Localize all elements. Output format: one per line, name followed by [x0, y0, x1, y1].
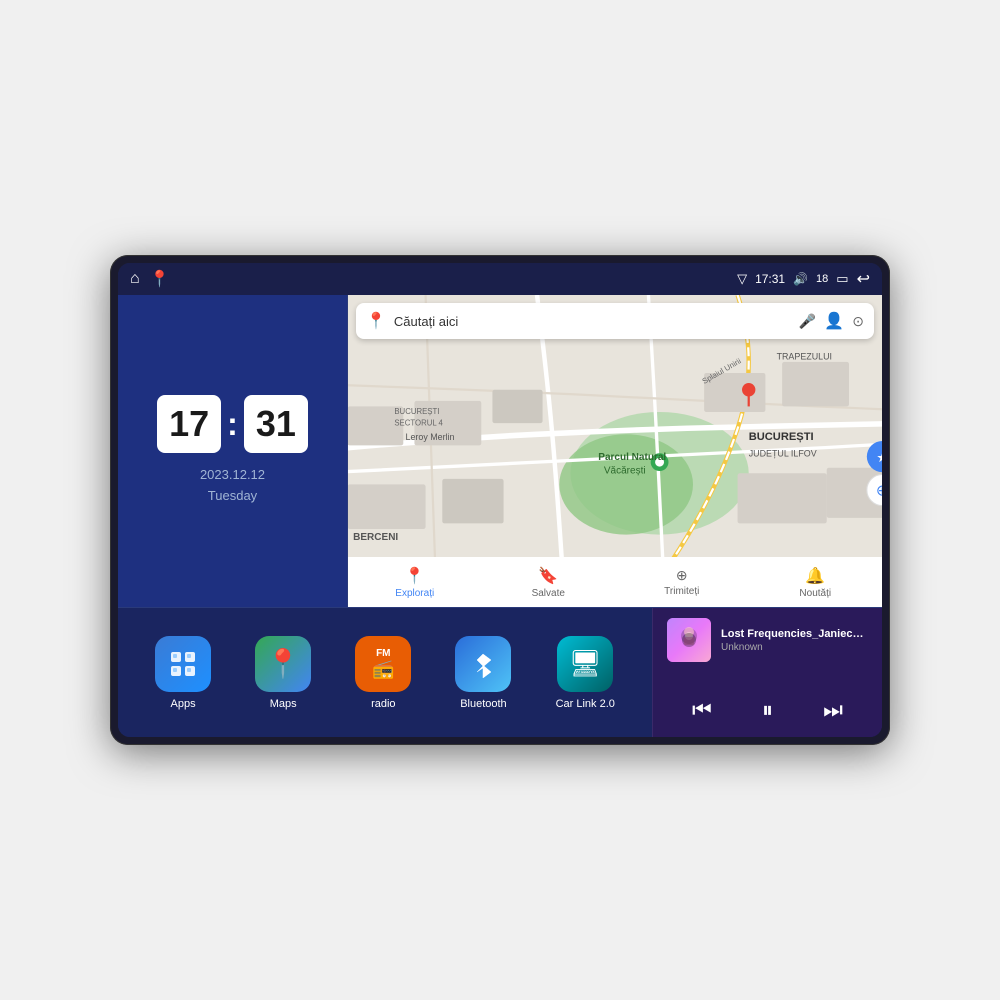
svg-text:★: ★ — [876, 450, 882, 465]
carlink-label: Car Link 2.0 — [556, 698, 615, 710]
top-row: 17 : 31 2023.12.12 Tuesday — [118, 295, 882, 607]
device-screen: ⌂ 📍 ▽ 17:31 🔊 18 ▭ ↩ 17 : — [118, 263, 882, 737]
app-icon-bluetooth[interactable]: Bluetooth — [455, 636, 511, 710]
prev-button[interactable]: ⏮ — [688, 693, 716, 727]
music-title: Lost Frequencies_Janieck Devy-... — [721, 628, 868, 640]
music-artist: Unknown — [721, 642, 868, 653]
map-search-text: Căutați aici — [394, 314, 791, 329]
status-time: 17:31 — [755, 272, 785, 286]
home-icon[interactable]: ⌂ — [130, 270, 140, 288]
noutati-label: Noutăți — [799, 588, 831, 599]
svg-text:⊕: ⊕ — [876, 483, 882, 500]
apps-label: Apps — [171, 698, 196, 710]
device-body: ⌂ 📍 ▽ 17:31 🔊 18 ▭ ↩ 17 : — [110, 255, 890, 745]
mic-icon[interactable]: 🎤 — [799, 313, 816, 330]
trimiteti-label: Trimiteți — [664, 586, 699, 597]
account-icon[interactable]: 👤 — [824, 311, 844, 331]
bluetooth-label: Bluetooth — [460, 698, 506, 710]
play-pause-button[interactable]: ⏸ — [758, 693, 777, 727]
apps-grid-icon — [168, 649, 198, 679]
app-icon-maps[interactable]: 📍 Maps — [255, 636, 311, 710]
clock-colon: : — [227, 406, 238, 443]
svg-text:Leroy Merlin: Leroy Merlin — [406, 432, 455, 442]
maps-icon-symbol: 📍 — [266, 647, 301, 680]
bluetooth-symbol — [469, 650, 497, 678]
clock-date: 2023.12.12 Tuesday — [200, 465, 265, 507]
svg-text:BUCUREȘTI: BUCUREȘTI — [749, 431, 814, 443]
clock-hour: 17 — [157, 395, 221, 453]
radio-icon-bg: FM 📻 — [355, 636, 411, 692]
svg-text:TRAPEZULUI: TRAPEZULUI — [777, 352, 832, 362]
app-icons-panel: Apps 📍 Maps FM 📻 — [118, 608, 652, 737]
bottom-row: Apps 📍 Maps FM 📻 — [118, 607, 882, 737]
layers-icon[interactable]: ⊙ — [852, 313, 864, 330]
carlink-icon-bg: 🖥 — [557, 636, 613, 692]
radio-icon-symbol: 📻 — [372, 659, 394, 680]
main-content: 17 : 31 2023.12.12 Tuesday — [118, 295, 882, 737]
back-icon[interactable]: ↩ — [857, 269, 870, 289]
svg-text:BUCUREȘTI: BUCUREȘTI — [394, 407, 439, 416]
clock-minute: 31 — [244, 395, 308, 453]
noutati-icon: 🔔 — [805, 566, 825, 586]
next-button[interactable]: ⏭ — [819, 693, 847, 727]
svg-text:Parcul Natural: Parcul Natural — [598, 452, 666, 463]
map-search-bar[interactable]: 📍 Căutați aici 🎤 👤 ⊙ — [356, 303, 874, 339]
svg-text:JUDEȚUL ILFOV: JUDEȚUL ILFOV — [749, 449, 817, 459]
map-bottom-tabs: 📍 Explorați 🔖 Salvate ⊕ Trimiteți 🔔 — [348, 557, 882, 607]
map-tab-noutati[interactable]: 🔔 Noutăți — [749, 566, 883, 599]
status-bar-left: ⌂ 📍 — [130, 269, 170, 289]
maps-icon-bg: 📍 — [255, 636, 311, 692]
salvate-icon: 🔖 — [538, 566, 558, 586]
status-bar-right: ▽ 17:31 🔊 18 ▭ ↩ — [737, 269, 870, 289]
salvate-label: Salvate — [532, 588, 565, 599]
status-bar: ⌂ 📍 ▽ 17:31 🔊 18 ▭ ↩ — [118, 263, 882, 295]
map-widget[interactable]: Google Parcul Natural Văcărești BUCUREȘT… — [348, 295, 882, 607]
bluetooth-icon-bg — [455, 636, 511, 692]
album-art — [667, 618, 711, 662]
app-icon-carlink[interactable]: 🖥 Car Link 2.0 — [556, 636, 615, 710]
music-details: Lost Frequencies_Janieck Devy-... Unknow… — [721, 628, 868, 653]
battery-icon: ▭ — [836, 271, 848, 287]
clock-display: 17 : 31 — [157, 395, 308, 453]
carlink-icon-symbol: 🖥 — [569, 648, 602, 679]
clock-widget: 17 : 31 2023.12.12 Tuesday — [118, 295, 348, 607]
radio-label: radio — [371, 698, 395, 710]
explorati-icon: 📍 — [405, 566, 425, 586]
apps-icon-bg — [155, 636, 211, 692]
svg-text:SECTORUL 4: SECTORUL 4 — [394, 418, 443, 427]
music-player: Lost Frequencies_Janieck Devy-... Unknow… — [652, 608, 882, 737]
music-controls: ⏮ ⏸ ⏭ — [667, 693, 868, 727]
music-info: Lost Frequencies_Janieck Devy-... Unknow… — [667, 618, 868, 662]
radio-fm-text: FM — [376, 648, 390, 659]
app-icon-radio[interactable]: FM 📻 radio — [355, 636, 411, 710]
battery-level: 18 — [816, 273, 828, 285]
map-search-icons: 🎤 👤 ⊙ — [799, 311, 864, 331]
map-tab-salvate[interactable]: 🔖 Salvate — [482, 566, 616, 599]
signal-icon: ▽ — [737, 271, 747, 287]
app-icon-apps[interactable]: Apps — [155, 636, 211, 710]
maps-label: Maps — [270, 698, 297, 710]
explorati-label: Explorați — [395, 588, 434, 599]
svg-text:BERCENI: BERCENI — [353, 532, 398, 543]
svg-text:Văcărești: Văcărești — [604, 465, 646, 476]
maps-status-icon[interactable]: 📍 — [150, 269, 170, 289]
map-pin-icon: 📍 — [366, 311, 386, 331]
music-thumbnail — [667, 618, 711, 662]
trimiteti-icon: ⊕ — [676, 567, 688, 584]
volume-icon: 🔊 — [793, 272, 808, 286]
map-tab-explorati[interactable]: 📍 Explorați — [348, 566, 482, 599]
map-tab-trimiteti[interactable]: ⊕ Trimiteți — [615, 567, 749, 597]
